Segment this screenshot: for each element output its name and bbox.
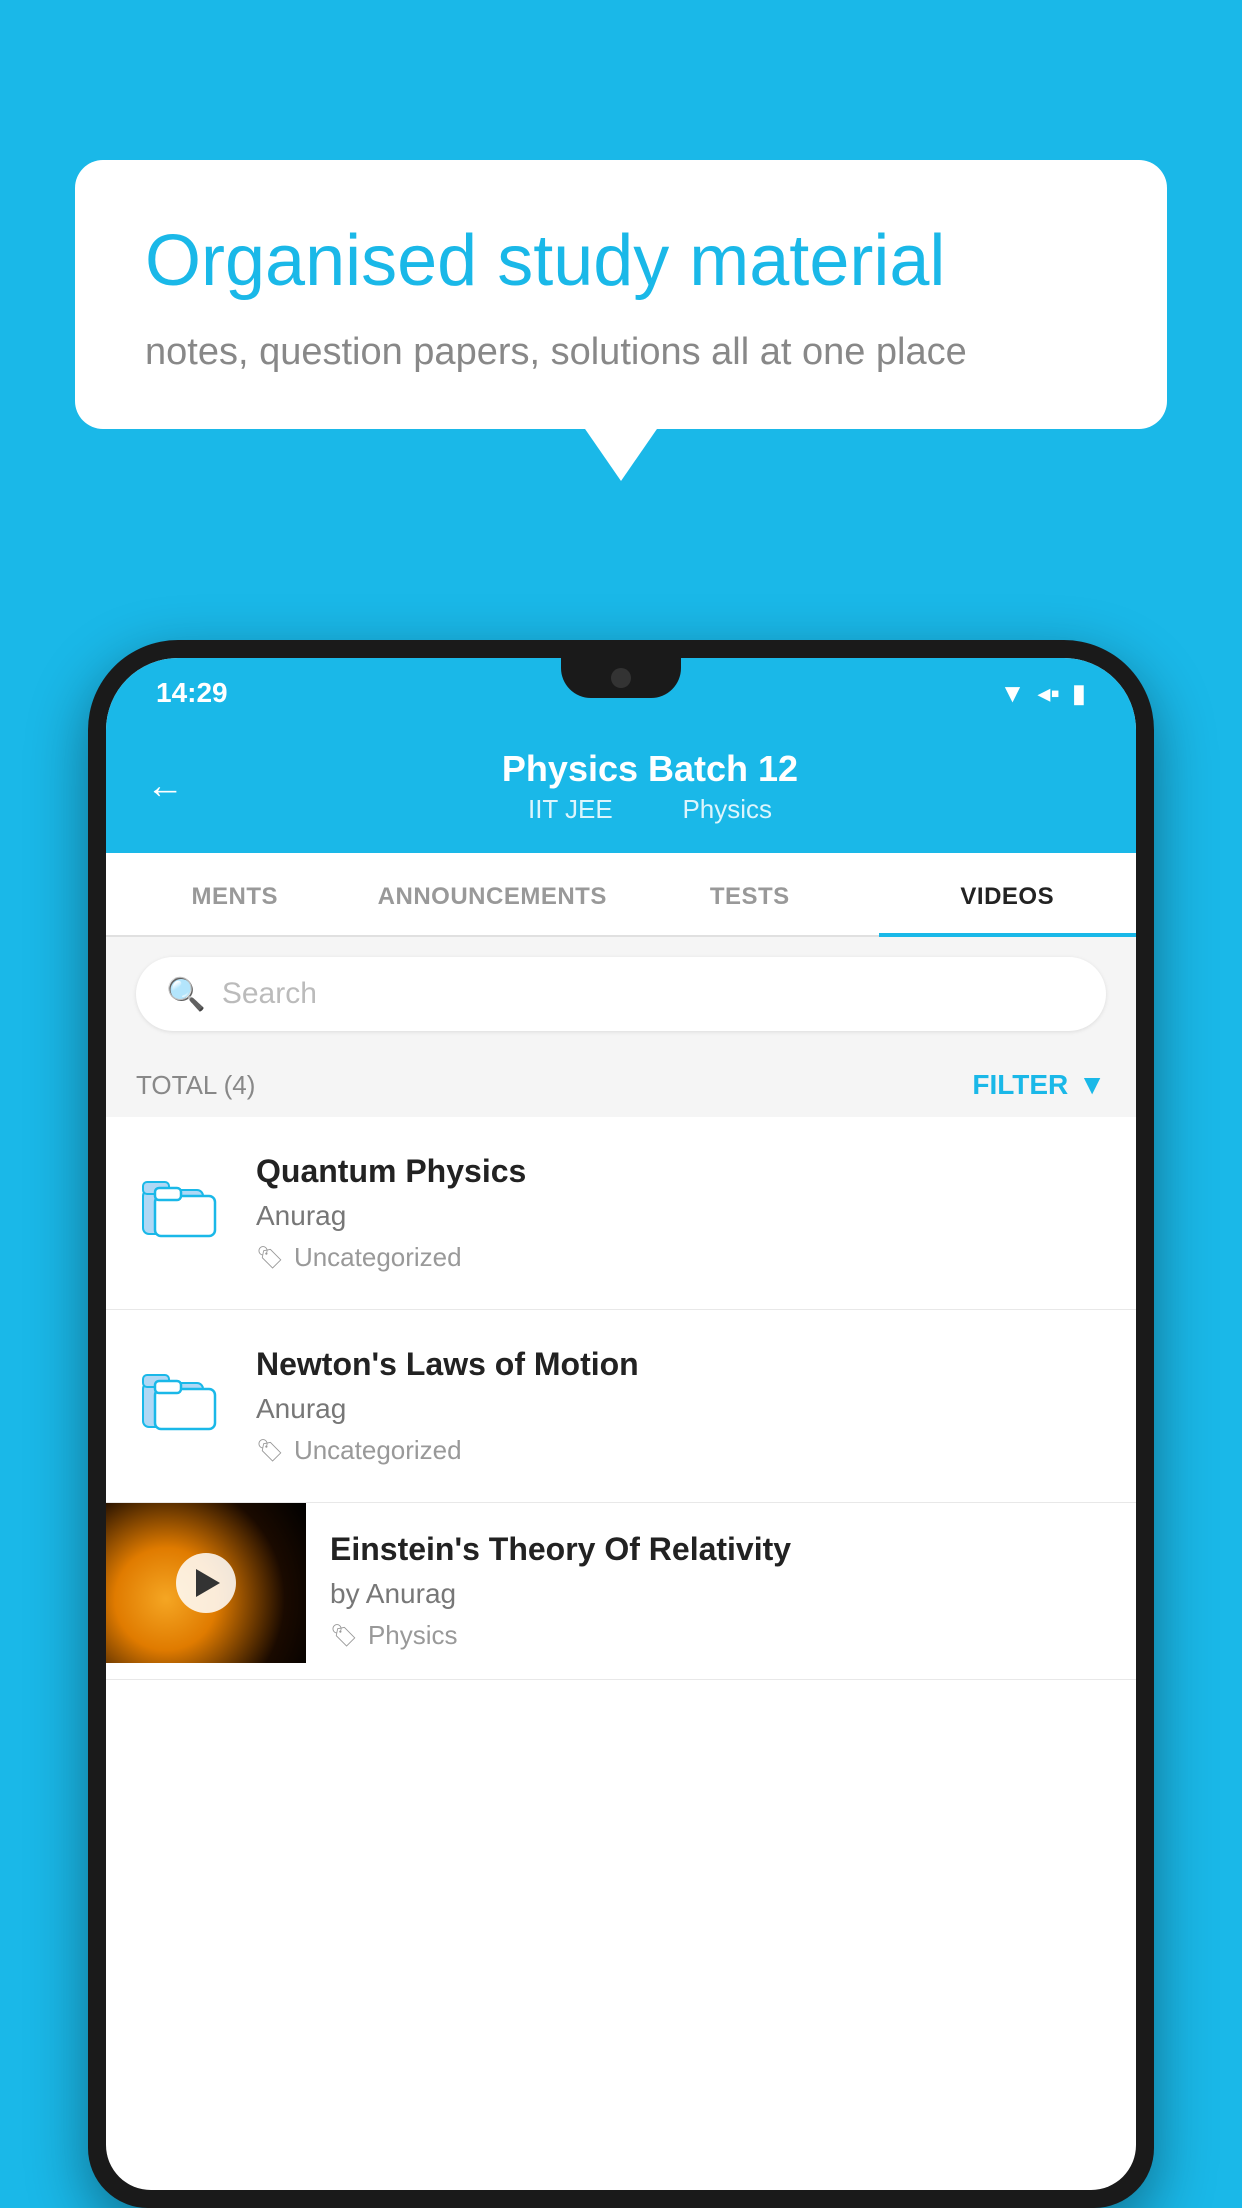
tag-label: Uncategorized [294,1435,462,1466]
nav-subtitle: IIT JEE Physics [204,794,1096,825]
phone-frame: 14:29 ▼ ◂▪ ▮ ← Physics Batch 12 IIT JEE … [88,640,1154,2208]
tag-icon: 🏷 [256,1438,284,1464]
battery-icon: ▮ [1072,678,1086,709]
tag-icon: 🏷 [256,1245,284,1271]
folder-icon [136,1351,226,1441]
video-tag: 🏷 Physics [330,1620,1112,1651]
list-item[interactable]: Einstein's Theory Of Relativity by Anura… [106,1503,1136,1680]
phone-screen: 14:29 ▼ ◂▪ ▮ ← Physics Batch 12 IIT JEE … [106,658,1136,2190]
top-nav: ← Physics Batch 12 IIT JEE Physics [106,728,1136,853]
tag-icon: 🏷 [330,1623,358,1649]
video-title: Quantum Physics [256,1153,1106,1190]
nav-title-area: Physics Batch 12 IIT JEE Physics [204,748,1096,825]
video-author: by Anurag [330,1578,1112,1610]
video-thumbnail [106,1503,306,1663]
video-author: Anurag [256,1200,1106,1232]
video-tag: 🏷 Uncategorized [256,1435,1106,1466]
tab-ments[interactable]: MENTS [106,853,364,935]
filter-row: TOTAL (4) FILTER ▼ [106,1051,1136,1117]
play-icon [196,1569,220,1597]
search-placeholder: Search [222,977,317,1011]
status-icons: ▼ ◂▪ ▮ [1000,678,1086,709]
tabs: MENTS ANNOUNCEMENTS TESTS VIDEOS [106,853,1136,937]
video-tag: 🏷 Uncategorized [256,1242,1106,1273]
list-item[interactable]: Newton's Laws of Motion Anurag 🏷 Uncateg… [106,1310,1136,1503]
filter-button[interactable]: FILTER ▼ [972,1069,1106,1101]
list-item[interactable]: Quantum Physics Anurag 🏷 Uncategorized [106,1117,1136,1310]
notch [561,658,681,698]
nav-subtitle-sep [644,794,658,824]
video-info: Quantum Physics Anurag 🏷 Uncategorized [256,1153,1106,1273]
video-title: Newton's Laws of Motion [256,1346,1106,1383]
search-container: 🔍 Search [106,937,1136,1051]
video-info: Einstein's Theory Of Relativity by Anura… [306,1503,1136,1679]
tag-label: Uncategorized [294,1242,462,1273]
signal-icon: ◂▪ [1037,678,1059,709]
content-area: Quantum Physics Anurag 🏷 Uncategorized [106,1117,1136,1680]
total-count: TOTAL (4) [136,1070,255,1101]
notch-camera [611,668,631,688]
play-button[interactable] [176,1553,236,1613]
tab-tests[interactable]: TESTS [621,853,879,935]
video-title: Einstein's Theory Of Relativity [330,1531,1112,1568]
nav-subtitle-part1: IIT JEE [528,794,613,824]
search-icon: 🔍 [166,975,206,1013]
thumbnail-bg [106,1503,306,1663]
nav-subtitle-part2: Physics [682,794,772,824]
folder-icon [136,1158,226,1248]
filter-funnel-icon: ▼ [1078,1069,1106,1101]
speech-bubble: Organised study material notes, question… [75,160,1167,429]
bubble-title: Organised study material [145,220,1097,303]
tab-announcements[interactable]: ANNOUNCEMENTS [364,853,622,935]
search-box[interactable]: 🔍 Search [136,957,1106,1031]
filter-label: FILTER [972,1069,1068,1101]
back-button[interactable]: ← [146,765,184,808]
bubble-subtitle: notes, question papers, solutions all at… [145,331,1097,374]
nav-title: Physics Batch 12 [204,748,1096,790]
status-time: 14:29 [156,677,228,709]
wifi-icon: ▼ [1000,678,1026,709]
tag-label: Physics [368,1620,458,1651]
tab-videos[interactable]: VIDEOS [879,853,1137,935]
status-bar: 14:29 ▼ ◂▪ ▮ [106,658,1136,728]
video-info: Newton's Laws of Motion Anurag 🏷 Uncateg… [256,1346,1106,1466]
video-author: Anurag [256,1393,1106,1425]
